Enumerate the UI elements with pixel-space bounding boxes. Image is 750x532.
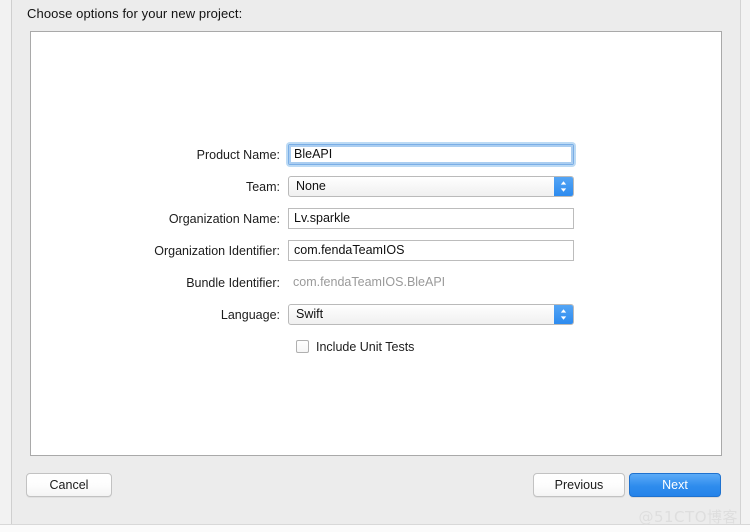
language-selected-value: Swift xyxy=(296,307,324,321)
window-frame-left-edge xyxy=(0,0,12,532)
organization-name-label: Organization Name: xyxy=(168,211,280,226)
form-row-team: Team: None xyxy=(31,176,723,197)
options-content-panel: Product Name: BleAPI Team: None Organization… xyxy=(30,31,722,456)
new-project-options-dialog: Choose options for your new project: Pro… xyxy=(0,0,750,532)
language-label: Language: xyxy=(220,307,280,322)
product-name-input[interactable]: BleAPI xyxy=(288,144,574,165)
team-label: Team: xyxy=(245,179,280,194)
product-name-label: Product Name: xyxy=(196,147,280,162)
next-button[interactable]: Next xyxy=(629,473,721,497)
form-row-language: Language: Swift xyxy=(31,304,723,325)
dialog-title: Choose options for your new project: xyxy=(27,6,243,21)
chevron-up-down-icon[interactable] xyxy=(554,305,573,324)
bundle-identifier-control: com.fendaTeamIOS.BleAPI xyxy=(288,272,574,293)
window-frame-right-edge xyxy=(740,0,750,532)
bundle-identifier-label: Bundle Identifier: xyxy=(186,275,280,290)
cancel-button[interactable]: Cancel xyxy=(26,473,112,497)
team-control: None xyxy=(288,176,574,197)
organization-name-control: Lv.sparkle xyxy=(288,208,574,229)
project-options-form: Product Name: BleAPI Team: None Organization… xyxy=(31,144,723,357)
previous-button[interactable]: Previous xyxy=(533,473,625,497)
include-unit-tests-row[interactable]: Include Unit Tests xyxy=(31,336,723,357)
team-select[interactable]: None xyxy=(288,176,574,197)
form-row-product-name: Product Name: BleAPI xyxy=(31,144,723,165)
organization-identifier-control: com.fendaTeamIOS xyxy=(288,240,574,261)
dialog-titlebar: Choose options for your new project: xyxy=(13,0,740,28)
organization-name-input[interactable]: Lv.sparkle xyxy=(288,208,574,229)
team-selected-value: None xyxy=(296,179,326,193)
watermark: @51CTO博客 xyxy=(638,508,738,526)
product-name-control: BleAPI xyxy=(288,144,574,165)
include-unit-tests-label: Include Unit Tests xyxy=(316,339,415,354)
form-row-organization-name: Organization Name: Lv.sparkle xyxy=(31,208,723,229)
chevron-up-down-icon[interactable] xyxy=(554,177,573,196)
organization-identifier-input[interactable]: com.fendaTeamIOS xyxy=(288,240,574,261)
include-unit-tests-checkbox[interactable] xyxy=(296,340,309,353)
bundle-identifier-value: com.fendaTeamIOS.BleAPI xyxy=(293,275,446,289)
organization-identifier-label: Organization Identifier: xyxy=(154,243,280,258)
form-row-organization-identifier: Organization Identifier: com.fendaTeamIOS xyxy=(31,240,723,261)
form-row-bundle-identifier: Bundle Identifier: com.fendaTeamIOS.BleAP… xyxy=(31,272,723,293)
language-control: Swift xyxy=(288,304,574,325)
language-select[interactable]: Swift xyxy=(288,304,574,325)
